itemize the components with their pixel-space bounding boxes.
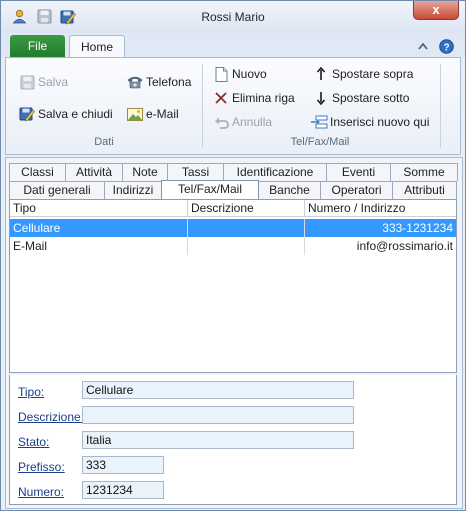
- phone-icon: [126, 74, 144, 90]
- group-label-telfaxmail: Tel/Fax/Mail: [290, 136, 350, 148]
- tab-eventi[interactable]: Eventi: [326, 163, 391, 181]
- tab-attributi[interactable]: Attributi: [392, 181, 457, 199]
- ribbon-home: Salva Salva e chiudi Telefona e-Mail Dat…: [5, 57, 461, 155]
- nuovo-label: Nuovo: [232, 67, 267, 81]
- group-label-dati: Dati: [94, 136, 114, 148]
- telefona-label: Telefona: [146, 75, 192, 89]
- tab-dati-generali[interactable]: Dati generali: [9, 181, 105, 199]
- undo-icon: [212, 114, 230, 130]
- cell-descrizione: [188, 237, 305, 255]
- tab-row-bottom: Dati generali Indirizzi Tel/Fax/Mail Ban…: [9, 180, 457, 200]
- spostare-sotto-button[interactable]: Spostare sotto: [312, 88, 409, 108]
- descrizione-label: Descrizione:: [18, 410, 85, 424]
- stato-label: Stato:: [18, 435, 50, 449]
- contacts-grid: Tipo Descrizione Numero / Indirizzo Cell…: [9, 199, 457, 373]
- salva-button[interactable]: Salva: [18, 72, 68, 92]
- tab-row-top: Classi Attività Note Tassi Identificazio…: [9, 163, 458, 181]
- telefona-button[interactable]: Telefona: [126, 72, 191, 92]
- email-button[interactable]: e-Mail: [126, 104, 179, 124]
- cell-tipo: Cellulare: [10, 219, 188, 237]
- prefisso-field[interactable]: [82, 456, 164, 474]
- ribbon-minimize-icon[interactable]: [415, 38, 431, 54]
- tab-identificazione[interactable]: Identificazione: [223, 163, 327, 181]
- inserisci-nuovo-qui-label: Inserisci nuovo qui: [330, 115, 430, 129]
- table-row[interactable]: Cellulare 333-1231234: [10, 219, 456, 237]
- spostare-sopra-button[interactable]: Spostare sopra: [312, 64, 413, 84]
- stato-field[interactable]: [82, 431, 354, 449]
- title-bar: Rossi Mario x: [1, 1, 465, 33]
- table-row[interactable]: E-Mail info@rossimario.it: [10, 237, 456, 255]
- cell-numero: 333-1231234: [382, 221, 453, 235]
- tab-tassi[interactable]: Tassi: [167, 163, 224, 181]
- arrow-up-icon: [312, 66, 330, 82]
- spostare-sotto-label: Spostare sotto: [332, 91, 410, 105]
- nuovo-button[interactable]: Nuovo: [212, 64, 267, 84]
- salva-e-chiudi-button[interactable]: Salva e chiudi: [18, 104, 113, 124]
- group-separator: [440, 64, 441, 148]
- descrizione-field[interactable]: [82, 406, 354, 424]
- annulla-label: Annulla: [232, 115, 273, 129]
- annulla-button[interactable]: Annulla: [212, 112, 272, 132]
- tipo-field[interactable]: [82, 381, 354, 399]
- tab-file[interactable]: File: [10, 35, 65, 58]
- tab-operatori[interactable]: Operatori: [320, 181, 393, 199]
- column-header-tipo[interactable]: Tipo: [10, 200, 188, 217]
- new-document-icon: [212, 66, 230, 82]
- tab-banche[interactable]: Banche: [258, 181, 321, 199]
- tab-tel-fax-mail[interactable]: Tel/Fax/Mail: [161, 180, 259, 200]
- window-title: Rossi Mario: [201, 10, 265, 24]
- detail-form: Tipo: Descrizione: Stato: Prefisso: Nume…: [9, 375, 457, 505]
- close-icon: x: [432, 2, 440, 17]
- save-icon: [18, 74, 36, 90]
- save-close-icon: [18, 106, 36, 122]
- elimina-riga-button[interactable]: Elimina riga: [212, 88, 295, 108]
- delete-icon: [212, 90, 230, 106]
- tab-attivita[interactable]: Attività: [65, 163, 123, 181]
- prefisso-label: Prefisso:: [18, 460, 65, 474]
- tab-somme[interactable]: Somme: [390, 163, 458, 181]
- column-header-numero[interactable]: Numero / Indirizzo: [305, 200, 456, 217]
- spostare-sopra-label: Spostare sopra: [332, 67, 414, 81]
- svg-text:?: ?: [443, 42, 449, 53]
- inserisci-nuovo-qui-button[interactable]: Inserisci nuovo qui: [310, 112, 429, 132]
- tab-indirizzi[interactable]: Indirizzi: [104, 181, 162, 199]
- tab-note[interactable]: Note: [122, 163, 168, 181]
- elimina-riga-label: Elimina riga: [232, 91, 295, 105]
- email-label: e-Mail: [146, 107, 179, 121]
- cell-descrizione: [188, 219, 305, 237]
- arrow-down-icon: [312, 90, 330, 106]
- cell-numero: info@rossimario.it: [356, 239, 453, 253]
- tab-classi[interactable]: Classi: [9, 163, 66, 181]
- help-icon[interactable]: ?: [438, 38, 454, 54]
- cell-tipo: E-Mail: [10, 237, 188, 255]
- grid-header: Tipo Descrizione Numero / Indirizzo: [10, 200, 456, 217]
- close-button[interactable]: x: [413, 1, 459, 20]
- salva-e-chiudi-label: Salva e chiudi: [38, 107, 113, 121]
- tipo-label: Tipo:: [18, 385, 45, 399]
- ribbon-tab-bar: File Home ?: [1, 33, 465, 59]
- application-window: Rossi Mario x File Home ? Salva Salva e …: [0, 0, 466, 511]
- numero-label: Numero:: [18, 485, 65, 499]
- image-mail-icon: [126, 106, 144, 122]
- column-header-descrizione[interactable]: Descrizione: [188, 200, 305, 217]
- numero-field[interactable]: [82, 481, 164, 499]
- tab-home[interactable]: Home: [69, 35, 125, 59]
- insert-row-icon: [310, 114, 328, 130]
- salva-label: Salva: [38, 75, 69, 89]
